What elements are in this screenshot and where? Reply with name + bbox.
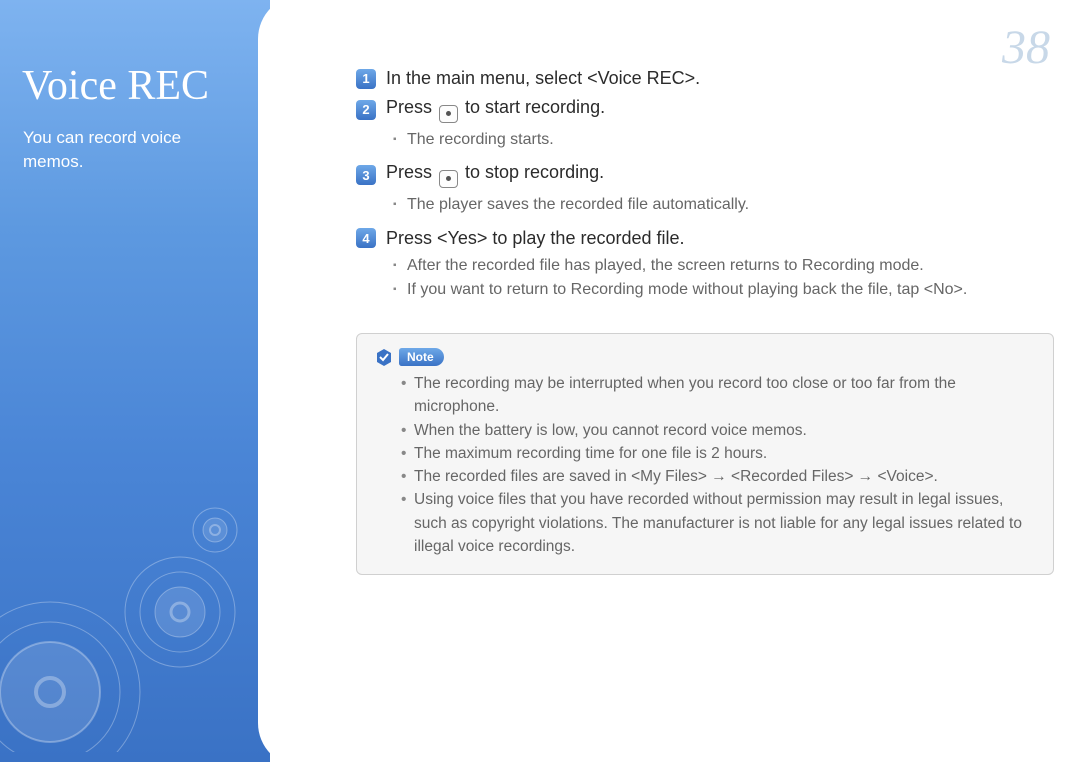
step-number-badge: 1 [356,69,376,89]
step-text-content: Press <Yes> to play the recorded file. [386,228,685,248]
note-bullets: The recording may be interrupted when yo… [375,372,1035,558]
step-3: 3 Press to stop recording. The player sa… [356,162,1054,217]
step-text: Press to stop recording. [386,162,604,188]
step-text-before: Press [386,162,437,182]
record-button-icon [439,170,458,188]
step-number-badge: 2 [356,100,376,120]
step-number-badge: 4 [356,228,376,248]
step-1: 1 In the main menu, select <Voice REC>. [356,68,1054,89]
note-header: Note [375,348,1035,366]
sidebar: Voice REC You can record voice memos. [0,0,270,762]
main-content: 1 In the main menu, select <Voice REC>. … [356,68,1054,575]
step-bullets: After the recorded file has played, the … [356,254,1054,304]
note-bullet-item: The maximum recording time for one file … [401,442,1035,465]
step-2: 2 Press to start recording. The recordin… [356,97,1054,152]
step-text: Press to start recording. [386,97,605,123]
step-bullets: The recording starts. [356,128,1054,153]
step-text-after: to stop recording. [460,162,604,182]
note-icon [375,348,393,366]
bullet-item: The recording starts. [393,128,1054,153]
record-button-icon [439,105,458,123]
step-text: In the main menu, select <Voice REC>. [386,68,700,89]
step-text-before: Press [386,97,437,117]
step-number-badge: 3 [356,165,376,185]
note-bullet-item: The recording may be interrupted when yo… [401,372,1035,419]
note-bullet-item: When the battery is low, you cannot reco… [401,419,1035,442]
bullet-item: After the recorded file has played, the … [393,254,1054,279]
decorative-circles [0,492,270,752]
sidebar-subtitle: You can record voice memos. [0,110,270,174]
page-number: 38 [1002,20,1050,75]
note-bullet-item: Using voice files that you have recorded… [401,488,1035,558]
bullet-item: If you want to return to Recording mode … [393,278,1054,303]
bullet-item: The player saves the recorded file autom… [393,193,1054,218]
note-box: Note The recording may be interrupted wh… [356,333,1054,575]
note-bullet-item: The recorded files are saved in <My File… [401,465,1035,488]
step-bullets: The player saves the recorded file autom… [356,193,1054,218]
step-text-after: to start recording. [460,97,605,117]
sidebar-curve [258,0,348,767]
sidebar-title: Voice REC [0,0,270,110]
note-label: Note [399,348,444,366]
step-4: 4 Press <Yes> to play the recorded file.… [356,228,1054,304]
step-text-content: In the main menu, select <Voice REC>. [386,68,700,88]
step-text: Press <Yes> to play the recorded file. [386,228,685,249]
